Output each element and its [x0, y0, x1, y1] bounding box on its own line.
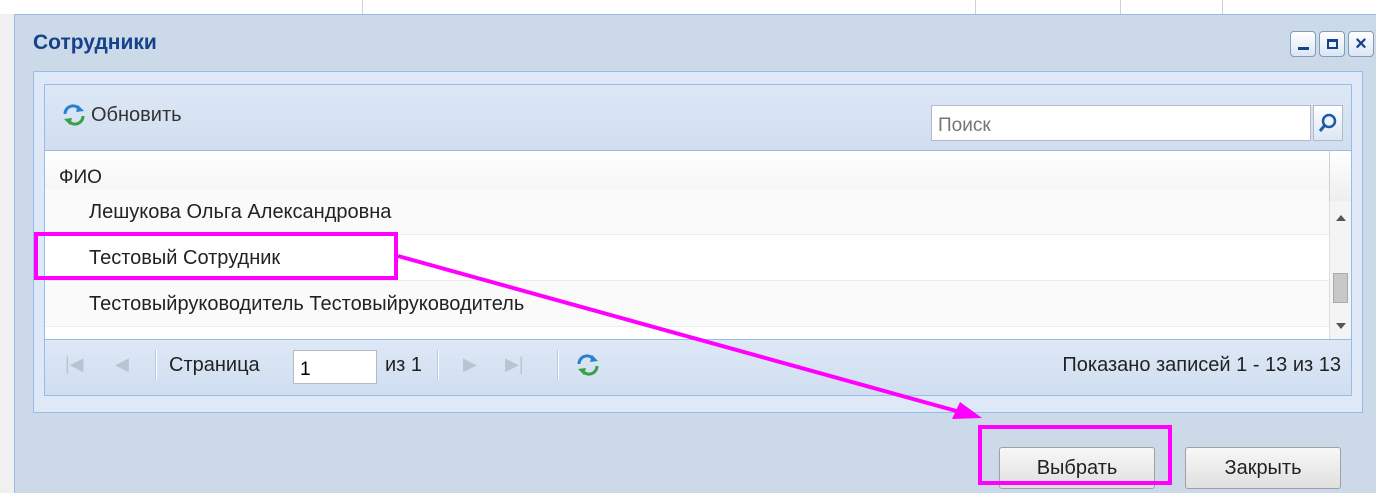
annotation-arrow [397, 254, 982, 419]
